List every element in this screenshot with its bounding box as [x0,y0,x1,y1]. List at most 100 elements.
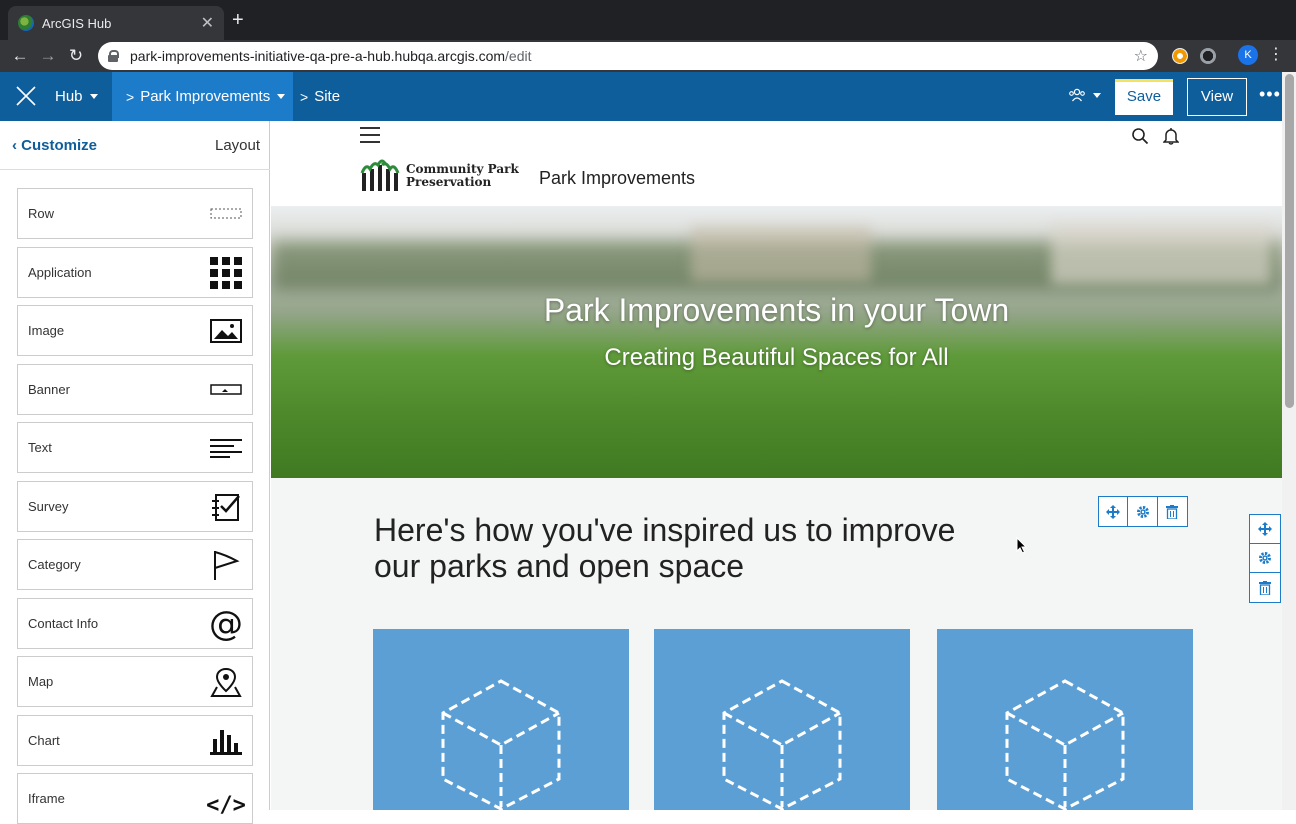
placeholder-tile[interactable] [937,629,1193,810]
cube-placeholder-icon [441,679,561,810]
card-category[interactable]: Category [17,539,253,590]
layout-sidebar: ‹ Customize Layout Row Application Image… [0,121,270,824]
cube-placeholder-icon [1005,679,1125,810]
card-label: Iframe [28,791,65,806]
profile-avatar[interactable]: K [1238,45,1258,65]
bar-chart-icon [208,724,244,758]
new-tab-button[interactable]: + [232,10,244,30]
arcgis-favicon-icon [18,15,34,31]
text-icon [208,431,244,465]
trash-icon [1259,580,1271,595]
delete-button[interactable] [1158,497,1187,526]
move-icon [1258,522,1272,536]
park-logo-icon [360,159,400,191]
caret-down-icon [277,94,286,99]
url-path: /edit [505,48,532,64]
card-label: Banner [28,382,70,397]
save-button[interactable]: Save [1114,78,1174,116]
breadcrumb-page-label: Site [314,88,341,105]
placeholder-tile[interactable] [373,629,629,810]
hub-menu-dropdown[interactable]: Hub [55,72,98,121]
extension-dark-icon[interactable] [1200,48,1216,64]
bell-icon[interactable] [1163,127,1179,145]
card-label: Row [28,206,55,221]
forward-arrow-icon[interactable]: → [36,44,60,68]
delete-button[interactable] [1250,573,1280,602]
more-options-icon[interactable]: ••• [1259,84,1281,105]
collaborators-dropdown[interactable] [1068,86,1101,104]
card-chart[interactable]: Chart [17,715,253,766]
browser-tab-title: ArcGIS Hub [42,15,112,31]
back-arrow-icon[interactable]: ← [8,44,32,68]
survey-icon [208,490,244,524]
close-icon[interactable] [14,84,38,108]
card-label: Category [28,557,81,572]
card-label: Chart [28,733,60,748]
map-pin-icon [208,665,244,699]
hamburger-menu-icon[interactable] [360,127,380,145]
people-icon [1069,88,1085,102]
image-icon [208,314,244,348]
card-label: Map [28,674,54,689]
gear-icon [1259,552,1271,564]
mouse-cursor-icon [1016,537,1028,554]
view-button[interactable]: View [1187,78,1247,116]
address-bar[interactable]: park-improvements-initiative-qa-pre-a-hu… [98,42,1158,70]
customize-label: Customize [21,137,98,154]
caret-down-icon [89,94,98,99]
scrollbar-thumb[interactable] [1285,74,1294,408]
move-handle[interactable] [1099,497,1129,526]
trash-icon [1166,504,1179,519]
card-row[interactable]: Row [17,188,253,239]
card-survey[interactable]: Survey [17,481,253,532]
gear-icon [1136,505,1149,518]
settings-button[interactable] [1250,544,1280,573]
caret-down-icon [1093,92,1101,98]
card-contact-info[interactable]: Contact Info @ [17,598,253,649]
hero-subtitle: Creating Beautiful Spaces for All [604,344,949,371]
hero-image [691,226,871,281]
divider [0,169,270,170]
browser-tab-strip: ArcGIS Hub ✕ + [0,0,1296,40]
card-label: Text [28,440,52,455]
search-icon[interactable] [1131,127,1149,145]
placeholder-tile[interactable] [654,629,910,810]
card-banner[interactable]: Banner [17,364,253,415]
chevron-right-icon: > [300,88,309,105]
card-label: Application [28,265,92,280]
bookmark-star-icon[interactable]: ☆ [1134,46,1148,66]
cube-placeholder-icon [722,679,842,810]
reload-icon[interactable]: ↻ [64,44,88,68]
move-handle[interactable] [1250,515,1280,544]
url-host: park-improvements-initiative-qa-pre-a-hu… [130,48,506,64]
tab-layout[interactable]: Layout [215,137,260,154]
card-map[interactable]: Map [17,656,253,707]
breadcrumb-site-dropdown[interactable]: > Park Improvements [112,72,293,121]
card-iframe[interactable]: Iframe </> [17,773,253,824]
customize-back-link[interactable]: ‹ Customize [12,137,97,154]
breadcrumb-page[interactable]: > Site [300,72,340,121]
card-application[interactable]: Application [17,247,253,298]
browser-toolbar: ← → ↻ park-improvements-initiative-qa-pr… [0,40,1296,72]
flag-icon [208,548,244,582]
row-toolbar [1249,514,1281,603]
section-heading[interactable]: Here's how you've inspired us to improve… [374,512,974,584]
at-icon: @ [209,604,243,644]
tab-close-icon[interactable]: ✕ [201,13,214,33]
settings-button[interactable] [1128,497,1158,526]
site-logo[interactable]: Community Park Preservation [360,159,519,193]
lock-icon [108,50,119,62]
row-icon [208,197,244,231]
grid-icon [208,256,244,290]
extension-icon[interactable] [1172,48,1188,64]
browser-tab[interactable]: ArcGIS Hub ✕ [8,6,224,40]
card-text[interactable]: Text [17,422,253,473]
card-image[interactable]: Image [17,305,253,356]
card-label: Survey [28,499,69,514]
logo-line-2: Preservation [406,175,492,189]
kebab-menu-icon[interactable]: ⋮ [1268,44,1284,64]
breadcrumb-site-label: Park Improvements [140,88,271,105]
hero-banner[interactable]: Park Improvements in your Town Creating … [271,206,1282,478]
chevron-right-icon: > [126,88,135,105]
code-icon: </> [206,792,246,818]
